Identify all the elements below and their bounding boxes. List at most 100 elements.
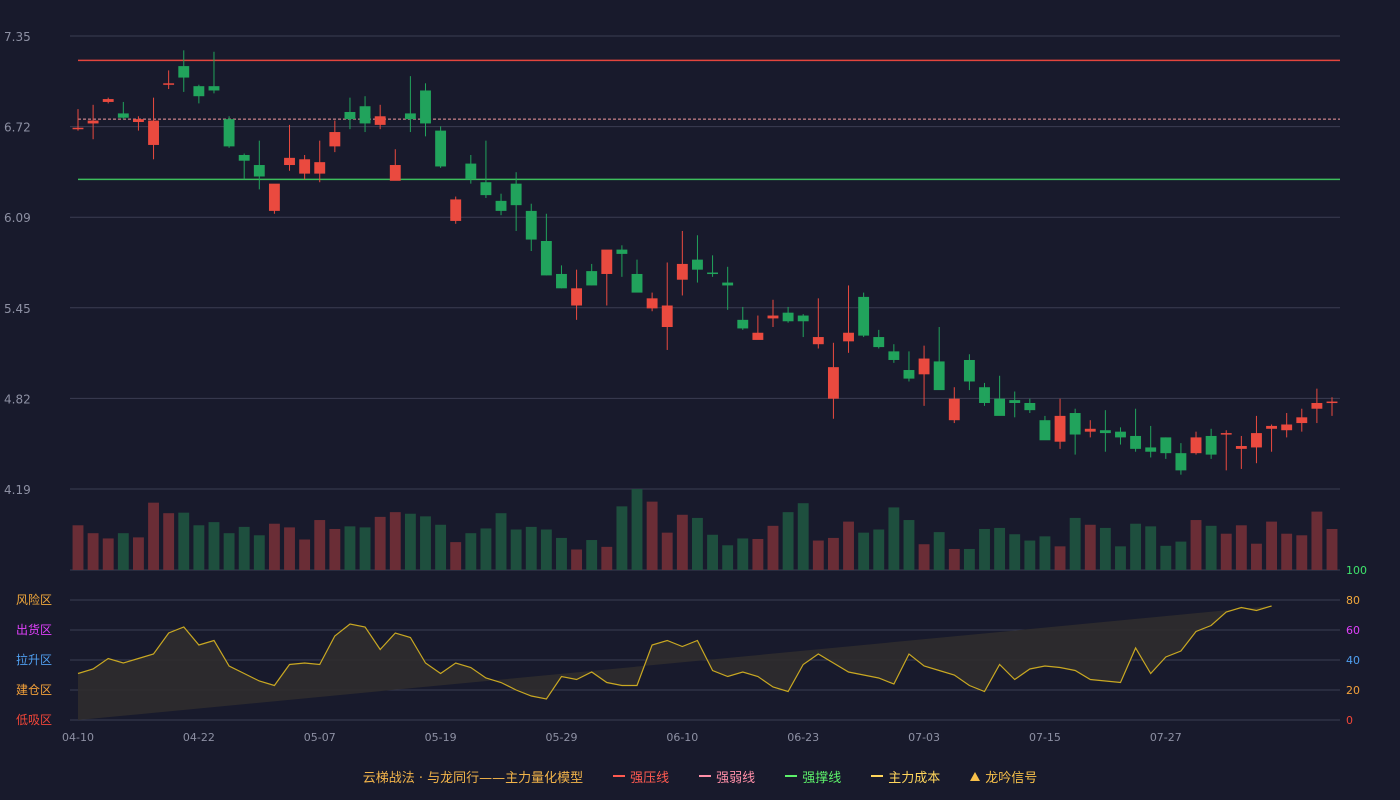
zone-label: 风险区 bbox=[16, 592, 52, 607]
volume-bar bbox=[374, 516, 386, 570]
candle-body bbox=[329, 132, 341, 147]
volume-bar bbox=[1069, 517, 1081, 570]
volume-bar bbox=[1311, 511, 1323, 570]
volume-bar bbox=[178, 512, 190, 570]
volume-bar bbox=[193, 525, 205, 570]
candle-body bbox=[571, 288, 583, 306]
volume-bar bbox=[1281, 533, 1293, 570]
volume-bar bbox=[1084, 524, 1096, 570]
volume-bar bbox=[556, 537, 567, 570]
legend-item[interactable]: 强撑线 bbox=[785, 767, 841, 786]
x-tick-label: 05-29 bbox=[545, 731, 577, 744]
candle-body bbox=[374, 116, 386, 125]
volume-bar bbox=[918, 544, 930, 570]
candle-body bbox=[646, 298, 658, 309]
volume-bar bbox=[510, 529, 522, 570]
candle-body bbox=[1084, 428, 1096, 432]
candle-body bbox=[1115, 431, 1126, 438]
candle-body bbox=[692, 259, 703, 270]
legend-item[interactable]: 龙吟信号 bbox=[970, 767, 1037, 786]
volume-bar bbox=[148, 502, 159, 570]
candle-body bbox=[963, 359, 975, 382]
candle-body bbox=[1190, 437, 1202, 454]
volume-bar bbox=[843, 521, 854, 570]
volume-bar bbox=[827, 537, 839, 570]
indicator-tick-label: 40 bbox=[1346, 654, 1360, 667]
candle-body bbox=[268, 183, 280, 211]
candle-body bbox=[1205, 435, 1217, 455]
volume-bar bbox=[102, 538, 114, 570]
volume-bar bbox=[692, 517, 703, 570]
candle-body bbox=[903, 370, 915, 379]
candle-body bbox=[1281, 424, 1293, 431]
candle-body bbox=[1296, 417, 1308, 424]
candle-body bbox=[586, 271, 598, 286]
candle-body bbox=[888, 351, 900, 360]
candle-body bbox=[72, 127, 84, 130]
x-tick-label: 05-19 bbox=[425, 731, 457, 744]
candle-body bbox=[87, 120, 99, 124]
x-tick-label: 07-27 bbox=[1150, 731, 1182, 744]
candle-body bbox=[389, 165, 401, 181]
reference-lines bbox=[78, 59, 1340, 181]
candle-body bbox=[540, 240, 552, 276]
candle-body bbox=[299, 159, 311, 174]
volume-bar bbox=[948, 548, 960, 570]
volume-bar bbox=[238, 526, 250, 570]
volume-bar bbox=[601, 546, 613, 570]
x-tick-label: 06-10 bbox=[666, 731, 698, 744]
volume-bar bbox=[1024, 540, 1036, 570]
candle-body bbox=[782, 312, 794, 322]
volume-bar bbox=[253, 535, 265, 570]
candle-body bbox=[163, 83, 175, 85]
candles bbox=[72, 50, 1338, 475]
x-tick-label: 07-03 bbox=[908, 731, 940, 744]
volume-bar bbox=[1175, 541, 1187, 570]
candle-body bbox=[933, 361, 945, 391]
candle-body bbox=[284, 157, 295, 166]
candle-body bbox=[450, 199, 462, 221]
candle-body bbox=[948, 398, 960, 421]
volume-bar bbox=[540, 529, 552, 570]
volume-bar bbox=[676, 514, 688, 570]
volume-bar bbox=[465, 533, 477, 570]
candle-body bbox=[420, 90, 431, 124]
volume-bar bbox=[631, 489, 643, 570]
candle-body bbox=[1054, 415, 1066, 442]
volume-bar bbox=[888, 507, 900, 570]
volume-bar bbox=[1220, 533, 1232, 570]
legend-item[interactable]: 强弱线 bbox=[699, 767, 755, 786]
volume-bar bbox=[858, 532, 870, 570]
candle-body bbox=[707, 272, 718, 275]
zone-label: 建仓区 bbox=[16, 683, 52, 697]
volume-bar bbox=[707, 534, 718, 570]
candle-body bbox=[1024, 402, 1036, 411]
candle-body bbox=[767, 315, 779, 319]
volume-bar bbox=[1145, 526, 1157, 570]
volume-bar bbox=[1266, 521, 1278, 570]
volume-bar bbox=[1009, 534, 1021, 570]
volume-bar bbox=[299, 539, 311, 570]
volume-bar bbox=[223, 533, 235, 570]
volume-bar bbox=[344, 526, 356, 570]
candle-body bbox=[1266, 425, 1278, 429]
candle-body bbox=[1069, 413, 1081, 435]
volume-bar bbox=[571, 549, 583, 570]
volume-bar bbox=[963, 548, 975, 570]
indicator-area bbox=[78, 606, 1272, 720]
legend-item[interactable]: 主力成本 bbox=[871, 767, 940, 786]
candle-body bbox=[1160, 437, 1172, 454]
candle-body bbox=[465, 163, 477, 180]
volume-bar bbox=[722, 545, 734, 570]
grid-lines bbox=[70, 35, 1340, 721]
volume-bar bbox=[616, 506, 628, 570]
zone-label: 拉升区 bbox=[16, 652, 52, 667]
candle-body bbox=[1099, 430, 1111, 434]
volume-bar bbox=[1205, 525, 1217, 570]
candle-body bbox=[661, 305, 673, 328]
legend-item[interactable]: 云梯战法 · 与龙同行——主力量化模型 bbox=[363, 767, 583, 786]
candle-body bbox=[238, 154, 250, 161]
legend-item[interactable]: 强压线 bbox=[613, 767, 669, 786]
candle-body bbox=[435, 130, 447, 167]
volume-bar bbox=[737, 538, 749, 570]
